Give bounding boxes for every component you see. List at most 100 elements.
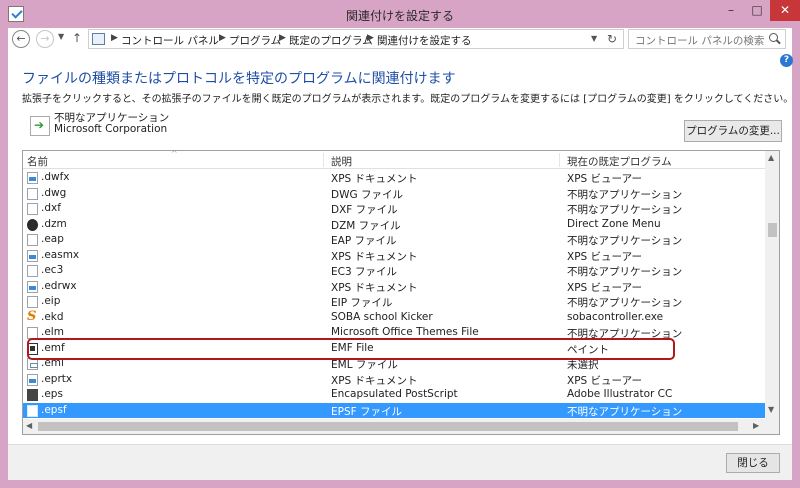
maximize-button[interactable]: □	[744, 0, 770, 21]
table-row[interactable]: .ec3 EC3 ファイル 不明なアプリケーション	[23, 263, 765, 279]
scroll-left-icon[interactable]: ◀	[26, 421, 32, 430]
file-icon	[27, 234, 38, 246]
column-divider[interactable]	[323, 153, 324, 167]
table-row[interactable]: S .ekd SOBA school Kicker sobacontroller.ex…	[23, 310, 765, 326]
refresh-icon[interactable]: ↻	[607, 32, 617, 46]
row-program-cell: XPS ビューアー	[567, 250, 642, 263]
row-program-cell: XPS ビューアー	[567, 173, 642, 185]
row-program-cell: XPS ビューアー	[567, 374, 642, 387]
list-header: ^ 名前 説明 現在の既定プログラム	[23, 151, 765, 169]
row-description-cell: EAP ファイル	[331, 235, 397, 247]
table-row[interactable]: .elm Microsoft Office Themes File 不明なアプリケー…	[23, 325, 765, 341]
help-icon[interactable]: ?	[780, 54, 793, 67]
row-program-cell: 不明なアプリケーション	[567, 235, 683, 247]
address-bar[interactable]: ▶ コントロール パネル ▶ プログラム ▶ 既定のプログラム ▶ 関連付けを設…	[88, 29, 624, 49]
table-row[interactable]: .eprtx XPS ドキュメント XPS ビューアー	[23, 372, 765, 388]
breadcrumb-control-panel[interactable]: コントロール パネル	[121, 33, 219, 48]
file-icon	[27, 203, 38, 215]
scroll-down-icon[interactable]: ▼	[768, 405, 774, 414]
file-icon	[27, 296, 38, 308]
row-program-cell: 不明なアプリケーション	[567, 405, 683, 418]
emf-image-icon	[27, 342, 38, 355]
breadcrumb-set-associations[interactable]: 関連付けを設定する	[377, 33, 472, 48]
table-row[interactable]: .eip EIP ファイル 不明なアプリケーション	[23, 294, 765, 310]
row-name-cell: .ekd	[41, 310, 64, 323]
horizontal-scroll-thumb[interactable]	[38, 422, 738, 431]
up-arrow-icon[interactable]: ↑	[72, 31, 82, 45]
column-header-description[interactable]: 説明	[331, 154, 352, 169]
row-description-cell: XPS ドキュメント	[331, 250, 418, 263]
minimize-button[interactable]: –	[718, 0, 744, 21]
xps-document-icon	[27, 249, 38, 262]
change-program-button[interactable]: プログラムの変更...	[684, 120, 782, 142]
row-program-cell: XPS ビューアー	[567, 281, 642, 294]
table-row[interactable]: .emf EMF File ペイント	[23, 341, 765, 357]
close-window-button[interactable]: ✕	[770, 0, 800, 21]
row-description-cell: XPS ドキュメント	[331, 281, 418, 294]
column-header-current-program[interactable]: 現在の既定プログラム	[567, 154, 672, 169]
breadcrumb-programs[interactable]: プログラム	[229, 33, 281, 48]
table-row[interactable]: .epsf EPSF ファイル 不明なアプリケーション	[23, 402, 765, 418]
address-history-chevron-icon[interactable]: ▼	[591, 34, 597, 43]
vertical-scroll-thumb[interactable]	[768, 223, 777, 237]
file-type-list[interactable]: ^ 名前 説明 現在の既定プログラム .dwfx XPS ドキュメント XPS ビュ…	[22, 150, 780, 435]
row-name-cell: .dwfx	[41, 171, 70, 183]
xps-document-icon	[27, 280, 38, 293]
footer: 閉じる	[8, 445, 792, 480]
breadcrumb-separator-icon[interactable]: ▶	[279, 33, 286, 43]
file-icon	[27, 404, 38, 417]
row-program-cell: Direct Zone Menu	[567, 217, 661, 230]
table-row[interactable]: .eps Encapsulated PostScript Adobe Illustr…	[23, 387, 765, 403]
direct-zone-icon	[27, 218, 38, 231]
table-row[interactable]: .dzm DZM ファイル Direct Zone Menu	[23, 217, 765, 233]
table-row[interactable]: .edrwx XPS ドキュメント XPS ビューアー	[23, 279, 765, 295]
row-description-cell: XPS ドキュメント	[331, 173, 418, 185]
row-name-cell: .eip	[41, 295, 61, 307]
title-bar[interactable]: 関連付けを設定する – □ ✕	[0, 0, 800, 28]
search-input[interactable]: コントロール パネルの検索	[628, 29, 786, 49]
breadcrumb-separator-icon[interactable]: ▶	[367, 33, 374, 43]
row-name-cell: .edrwx	[41, 279, 77, 292]
xps-document-icon	[27, 172, 38, 184]
search-icon[interactable]	[769, 33, 778, 42]
row-program-cell: 不明なアプリケーション	[567, 328, 683, 340]
row-description-cell: Microsoft Office Themes File	[331, 326, 479, 338]
row-description-cell: DZM ファイル	[331, 219, 401, 232]
row-name-cell: .emf	[41, 341, 65, 354]
close-button[interactable]: 閉じる	[726, 453, 780, 473]
recent-locations-chevron-icon[interactable]: ▼	[58, 32, 64, 41]
sort-ascending-icon: ^	[171, 150, 178, 158]
back-arrow-icon[interactable]: ←	[12, 30, 30, 48]
current-app-company: Microsoft Corporation	[54, 123, 168, 135]
row-description-cell: Encapsulated PostScript	[331, 388, 458, 400]
scroll-up-icon[interactable]: ▲	[768, 153, 774, 162]
breadcrumb-separator-icon[interactable]: ▶	[219, 33, 226, 43]
window: 関連付けを設定する – □ ✕ ← → ▼ ↑ ▶ コントロール パネル ▶ プ…	[0, 0, 800, 488]
navigation-bar: ← → ▼ ↑ ▶ コントロール パネル ▶ プログラム ▶ 既定のプログラム …	[8, 28, 792, 50]
row-name-cell: .eps	[41, 388, 63, 400]
forward-arrow-icon[interactable]: →	[36, 30, 54, 48]
scroll-corner	[765, 419, 779, 434]
table-row[interactable]: .eml EML ファイル 未選択	[23, 356, 765, 372]
row-program-cell: 不明なアプリケーション	[567, 297, 683, 309]
table-row[interactable]: .dxf DXF ファイル 不明なアプリケーション	[23, 201, 765, 217]
scroll-right-icon[interactable]: ▶	[753, 421, 759, 430]
vertical-scrollbar[interactable]: ▲ ▼	[765, 151, 779, 419]
row-name-cell: .dxf	[41, 202, 61, 214]
table-row[interactable]: .dwfx XPS ドキュメント XPS ビューアー	[23, 170, 765, 186]
row-description-cell: XPS ドキュメント	[331, 374, 418, 387]
table-row[interactable]: .easmx XPS ドキュメント XPS ビューアー	[23, 248, 765, 264]
table-row[interactable]: .eap EAP ファイル 不明なアプリケーション	[23, 232, 765, 248]
row-program-cell: 未選択	[567, 359, 599, 371]
row-name-cell: .eml	[41, 357, 64, 369]
column-divider[interactable]	[559, 153, 560, 167]
table-row[interactable]: .dwg DWG ファイル 不明なアプリケーション	[23, 186, 765, 202]
column-header-name[interactable]: 名前	[27, 154, 48, 169]
horizontal-scrollbar[interactable]: ◀ ▶	[23, 419, 765, 434]
row-name-cell: .easmx	[41, 248, 80, 261]
row-name-cell: .epsf	[41, 403, 67, 416]
breadcrumb-separator-icon[interactable]: ▶	[111, 33, 118, 43]
row-description-cell: EIP ファイル	[331, 297, 393, 309]
row-description-cell: DWG ファイル	[331, 188, 403, 201]
breadcrumb-default-programs[interactable]: 既定のプログラム	[289, 33, 373, 48]
